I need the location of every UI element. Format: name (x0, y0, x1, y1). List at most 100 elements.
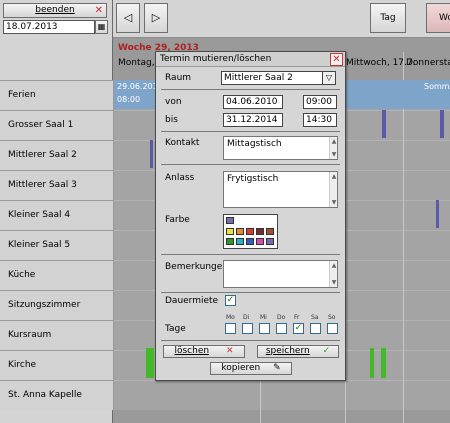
weekday-checkbox[interactable] (310, 323, 321, 334)
weekday-label: Di (243, 314, 250, 321)
days-label: Tage (165, 324, 186, 334)
chevron-down-icon[interactable]: ▽ (322, 72, 335, 84)
room-row[interactable]: Kleiner Saal 5 (0, 230, 113, 260)
day-header-thursday: Donnerstag (406, 58, 450, 68)
color-palette (223, 214, 278, 249)
save-button-label: speichern (265, 346, 310, 356)
color-swatch[interactable] (246, 228, 254, 235)
weekday-checkbox[interactable] (225, 323, 236, 334)
from-date-field[interactable]: 04.06.2010 (223, 95, 283, 109)
weekday-checkbox[interactable] (327, 323, 338, 334)
scroll-up-icon[interactable]: ▲ (330, 138, 338, 145)
selected-color-swatch (226, 217, 234, 224)
checkmark-icon: ✓ (322, 346, 331, 356)
contact-textarea[interactable]: Mittagstisch ▲ ▼ (223, 136, 338, 160)
room-row[interactable]: Küche (0, 260, 113, 290)
occasion-textarea[interactable]: Frytigstisch ▲ ▼ (223, 171, 338, 208)
event-marker[interactable] (370, 348, 374, 378)
room-row[interactable]: Kursraum (0, 320, 113, 350)
end-button[interactable]: beenden ✕ (3, 3, 107, 18)
room-row[interactable]: Kleiner Saal 4 (0, 200, 113, 230)
event-marker[interactable] (440, 110, 444, 138)
pencil-icon: ✎ (273, 363, 281, 373)
color-swatch[interactable] (226, 228, 234, 235)
from-label: von (165, 97, 182, 107)
weekday-label: Mi (260, 314, 267, 321)
room-panel: beenden ✕ 18.07.2013 ▦ Ferien Grosser Saa… (0, 0, 113, 423)
occasion-value: Frytigstisch (227, 174, 279, 184)
color-swatch[interactable] (246, 238, 254, 245)
event-marker[interactable] (436, 200, 439, 228)
scroll-down-icon[interactable]: ▼ (330, 199, 338, 206)
week-view-button[interactable]: Wo (426, 3, 450, 33)
divider (161, 254, 340, 255)
dialog-title: Termin mutieren/löschen (156, 52, 345, 67)
close-icon[interactable]: ✕ (330, 53, 343, 66)
color-swatch[interactable] (226, 238, 234, 245)
room-row[interactable]: Grosser Saal 1 (0, 110, 113, 140)
copy-button-label: kopieren (221, 363, 261, 373)
to-time-field[interactable]: 14:30 (303, 113, 337, 127)
remarks-textarea[interactable]: ▲ ▼ (223, 260, 338, 288)
previous-button[interactable]: ◁ (116, 3, 140, 33)
room-row[interactable]: Ferien (0, 80, 113, 110)
copy-button[interactable]: kopieren ✎ (210, 362, 292, 375)
color-swatch[interactable] (256, 228, 264, 235)
room-row[interactable]: Kirche (0, 350, 113, 380)
weekday-checkbox[interactable] (276, 323, 287, 334)
appointment-dialog: Termin mutieren/löschen ✕ Raum Mittlerer… (155, 51, 346, 381)
room-row[interactable]: Sitzungszimmer (0, 290, 113, 320)
delete-button[interactable]: löschen ✕ (163, 345, 245, 358)
delete-icon: ✕ (225, 346, 234, 356)
calendar-icon[interactable]: ▦ (95, 20, 108, 34)
weekday-label: So (328, 314, 336, 321)
color-swatch[interactable] (266, 238, 274, 245)
weekday-checkbox[interactable] (259, 323, 270, 334)
next-button[interactable]: ▷ (144, 3, 168, 33)
delete-button-label: löschen (174, 346, 210, 356)
color-swatch[interactable] (266, 228, 274, 235)
end-button-label: beenden (35, 5, 75, 15)
scrollbar[interactable]: ▲ ▼ (329, 261, 337, 287)
to-label: bis (165, 115, 178, 125)
divider (161, 164, 340, 165)
close-icon: ✕ (94, 5, 103, 16)
day-view-button[interactable]: Tag (370, 3, 406, 33)
weekday-label: Do (277, 314, 286, 321)
weekday-checkbox[interactable] (242, 323, 253, 334)
save-button[interactable]: speichern ✓ (257, 345, 339, 358)
divider (161, 292, 340, 293)
chevron-left-icon: ◁ (123, 11, 133, 24)
room-row[interactable]: St. Anna Kapelle (0, 380, 113, 410)
scrollbar[interactable]: ▲ ▼ (329, 137, 337, 159)
weekday-label: Mo (226, 314, 235, 321)
scroll-up-icon[interactable]: ▲ (330, 173, 338, 180)
scroll-up-icon[interactable]: ▲ (330, 262, 338, 269)
color-swatch[interactable] (236, 228, 244, 235)
permanent-rental-label: Dauermiete (165, 296, 219, 306)
room-select[interactable]: Mittlerer Saal 2 ▽ (221, 71, 336, 85)
event-marker[interactable] (150, 140, 153, 168)
event-marker[interactable] (381, 348, 386, 378)
weekday-checkbox[interactable]: ✓ (293, 323, 304, 334)
room-row[interactable]: Mittlerer Saal 3 (0, 170, 113, 200)
from-time-field[interactable]: 09:00 (303, 95, 337, 109)
ferien-event-label: Sommer (424, 82, 450, 91)
scroll-down-icon[interactable]: ▼ (330, 151, 338, 158)
permanent-rental-checkbox[interactable]: ✓ (225, 295, 236, 306)
event-marker[interactable] (146, 348, 154, 378)
occasion-label: Anlass (165, 173, 195, 183)
divider (161, 131, 340, 132)
room-row[interactable]: Mittlerer Saal 2 (0, 140, 113, 170)
color-swatch[interactable] (236, 238, 244, 245)
contact-label: Kontakt (165, 138, 200, 148)
scroll-down-icon[interactable]: ▼ (330, 279, 338, 286)
date-field[interactable]: 18.07.2013 (3, 20, 95, 34)
color-swatch[interactable] (256, 238, 264, 245)
calendar-row[interactable] (114, 380, 450, 410)
to-date-field[interactable]: 31.12.2014 (223, 113, 283, 127)
scrollbar[interactable]: ▲ ▼ (329, 172, 337, 207)
weekday-label: Sa (311, 314, 319, 321)
raum-label: Raum (165, 73, 192, 83)
event-marker[interactable] (382, 110, 386, 138)
